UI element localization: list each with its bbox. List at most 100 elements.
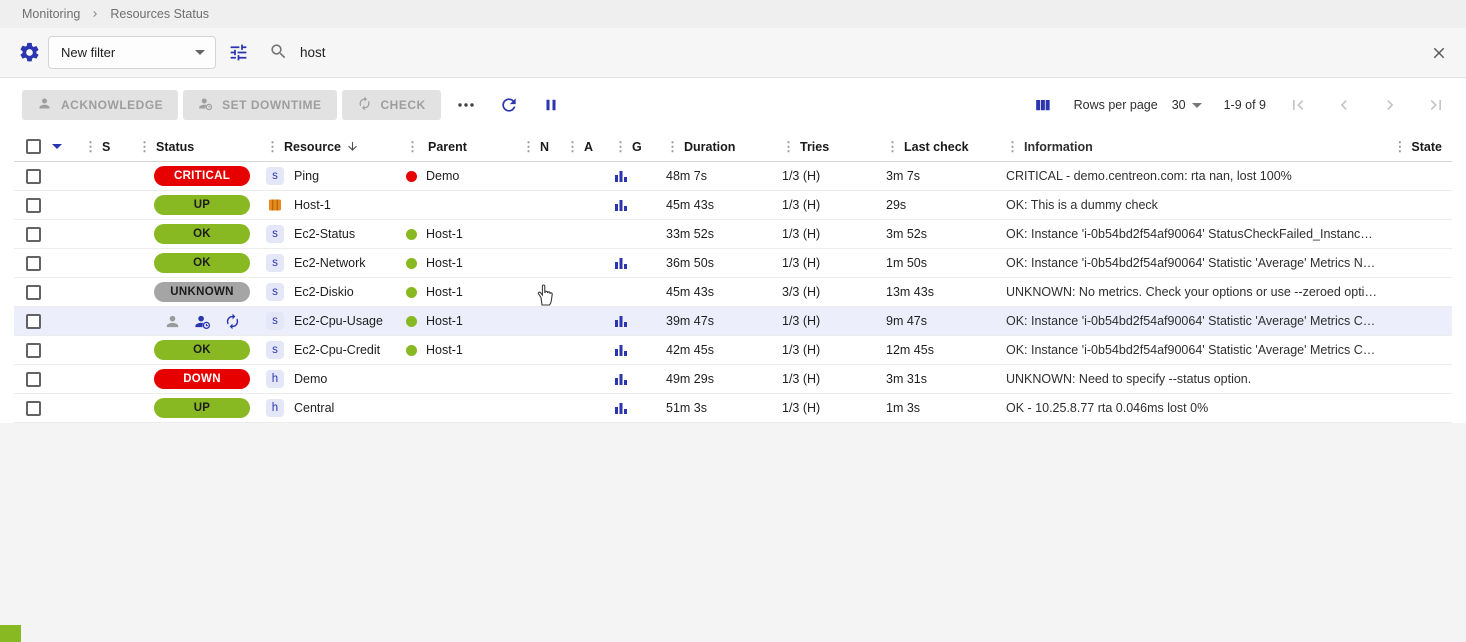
table-row[interactable]: DOWN hDemo 49m 29s 1/3 (H) 3m 31s UNKNOW… [14, 365, 1452, 394]
information-value: OK: Instance 'i-0b54bd2f54af90064' Stati… [1006, 314, 1388, 328]
set-downtime-button[interactable]: SET DOWNTIME [183, 90, 336, 120]
rows-per-page-label: Rows per page [1074, 98, 1158, 112]
first-page-button[interactable] [1288, 95, 1308, 115]
check-button[interactable]: CHECK [342, 90, 441, 120]
breadcrumb-resources-status[interactable]: Resources Status [110, 7, 209, 21]
set-downtime-icon[interactable] [194, 313, 211, 330]
previous-page-button[interactable] [1334, 95, 1354, 115]
parent-status-dot [406, 345, 417, 356]
set-downtime-label: SET DOWNTIME [222, 98, 321, 112]
row-checkbox[interactable] [26, 314, 41, 329]
row-checkbox[interactable] [26, 372, 41, 387]
search-input[interactable] [300, 45, 1430, 60]
drag-handle-icon[interactable]: ⋮ [782, 139, 795, 155]
more-actions-icon[interactable] [456, 101, 476, 109]
graph-icon[interactable] [614, 169, 628, 183]
drag-handle-icon[interactable]: ⋮ [1393, 139, 1406, 155]
duration-value: 33m 52s [666, 227, 782, 241]
tries-value: 3/3 (H) [782, 285, 886, 299]
drag-handle-icon[interactable]: ⋮ [1006, 139, 1019, 155]
acknowledge-icon[interactable] [164, 313, 181, 330]
columns-settings-icon[interactable] [1033, 96, 1052, 115]
last-check-value: 3m 52s [886, 227, 1006, 241]
drag-handle-icon[interactable]: ⋮ [138, 139, 151, 155]
drag-handle-icon[interactable]: ⋮ [266, 139, 279, 155]
last-page-button[interactable] [1426, 95, 1446, 115]
table-row[interactable]: UNKNOWN sEc2-Diskio Host-1 45m 43s 3/3 (… [14, 278, 1452, 307]
parent-name: Host-1 [426, 227, 463, 241]
graph-icon[interactable] [614, 401, 628, 415]
row-actions [164, 313, 241, 330]
gear-icon[interactable] [12, 41, 46, 64]
table-row[interactable]: OK sEc2-Status Host-1 33m 52s 1/3 (H) 3m… [14, 220, 1452, 249]
information-value: CRITICAL - demo.centreon.com: rta nan, l… [1006, 169, 1388, 183]
information-value: OK: Instance 'i-0b54bd2f54af90064' Stati… [1006, 256, 1388, 270]
graph-icon[interactable] [614, 198, 628, 212]
resource-name: Ec2-Network [294, 256, 366, 270]
column-header-state[interactable]: ⋮State [1388, 139, 1452, 155]
parent-status-dot [406, 316, 417, 327]
acknowledge-label: ACKNOWLEDGE [61, 98, 163, 112]
column-header-graph[interactable]: ⋮G [614, 139, 666, 155]
column-header-tries[interactable]: ⋮Tries [782, 139, 886, 155]
status-badge: OK [154, 340, 250, 360]
drag-handle-icon[interactable]: ⋮ [666, 139, 679, 155]
graph-icon[interactable] [614, 343, 628, 357]
column-header-status[interactable]: ⋮Status [138, 139, 266, 155]
service-icon: s [266, 341, 284, 359]
resources-table: ⋮S ⋮Status ⋮Resource ⋮Parent ⋮N ⋮A ⋮G ⋮D… [14, 132, 1452, 423]
column-header-resource[interactable]: ⋮Resource [266, 139, 406, 155]
resource-name: Ec2-Cpu-Credit [294, 343, 380, 357]
table-row[interactable]: OK sEc2-Cpu-Credit Host-1 42m 45s 1/3 (H… [14, 336, 1452, 365]
drag-handle-icon[interactable]: ⋮ [566, 139, 579, 155]
column-header-notification[interactable]: ⋮N [522, 139, 566, 155]
table-row[interactable]: CRITICAL sPing Demo 48m 7s 1/3 (H) 3m 7s… [14, 162, 1452, 191]
row-checkbox[interactable] [26, 256, 41, 271]
resource-name: Ec2-Diskio [294, 285, 354, 299]
parent-status-dot [406, 171, 417, 182]
graph-icon[interactable] [614, 372, 628, 386]
check-now-icon[interactable] [224, 313, 241, 330]
drag-handle-icon[interactable]: ⋮ [84, 139, 97, 155]
table-row-hovered[interactable]: sEc2-Cpu-Usage Host-1 39m 47s 1/3 (H) 9m… [14, 307, 1452, 336]
resource-name: Demo [294, 372, 327, 386]
duration-value: 49m 29s [666, 372, 782, 386]
row-checkbox[interactable] [26, 343, 41, 358]
column-header-severity[interactable]: ⋮S [84, 139, 138, 155]
row-checkbox[interactable] [26, 285, 41, 300]
service-icon: s [266, 312, 284, 330]
column-header-information[interactable]: ⋮Information [1006, 139, 1388, 155]
row-checkbox[interactable] [26, 169, 41, 184]
column-header-acknowledged[interactable]: ⋮A [566, 139, 614, 155]
acknowledge-button[interactable]: ACKNOWLEDGE [22, 90, 178, 120]
row-checkbox[interactable] [26, 198, 41, 213]
table-row[interactable]: OK sEc2-Network Host-1 36m 50s 1/3 (H) 1… [14, 249, 1452, 278]
pause-icon[interactable] [542, 96, 560, 114]
parent-name: Host-1 [426, 285, 463, 299]
next-page-button[interactable] [1380, 95, 1400, 115]
drag-handle-icon[interactable]: ⋮ [406, 139, 419, 155]
row-checkbox[interactable] [26, 227, 41, 242]
rows-per-page-select[interactable]: 30 [1172, 98, 1202, 112]
column-header-duration[interactable]: ⋮Duration [666, 139, 782, 155]
breadcrumb-monitoring[interactable]: Monitoring [22, 7, 80, 21]
bulk-actions-arrow-icon[interactable] [52, 144, 62, 149]
drag-handle-icon[interactable]: ⋮ [614, 139, 627, 155]
column-header-parent[interactable]: ⋮Parent [406, 139, 522, 155]
clear-search-icon[interactable] [1430, 44, 1448, 62]
graph-icon[interactable] [614, 314, 628, 328]
resource-name: Ec2-Cpu-Usage [294, 314, 383, 328]
filter-preset-select[interactable]: New filter [48, 36, 216, 69]
select-all-checkbox[interactable] [26, 139, 41, 154]
table-row[interactable]: UP hCentral 51m 3s 1/3 (H) 1m 3s OK - 10… [14, 394, 1452, 423]
drag-handle-icon[interactable]: ⋮ [522, 139, 535, 155]
parent-name: Demo [426, 169, 459, 183]
drag-handle-icon[interactable]: ⋮ [886, 139, 899, 155]
resource-name: Host-1 [294, 198, 331, 212]
refresh-icon[interactable] [499, 95, 519, 115]
tune-filters-icon[interactable] [228, 42, 249, 63]
row-checkbox[interactable] [26, 401, 41, 416]
graph-icon[interactable] [614, 256, 628, 270]
table-row[interactable]: UP Host-1 45m 43s 1/3 (H) 29s OK: This i… [14, 191, 1452, 220]
column-header-last-check[interactable]: ⋮Last check [886, 139, 1006, 155]
